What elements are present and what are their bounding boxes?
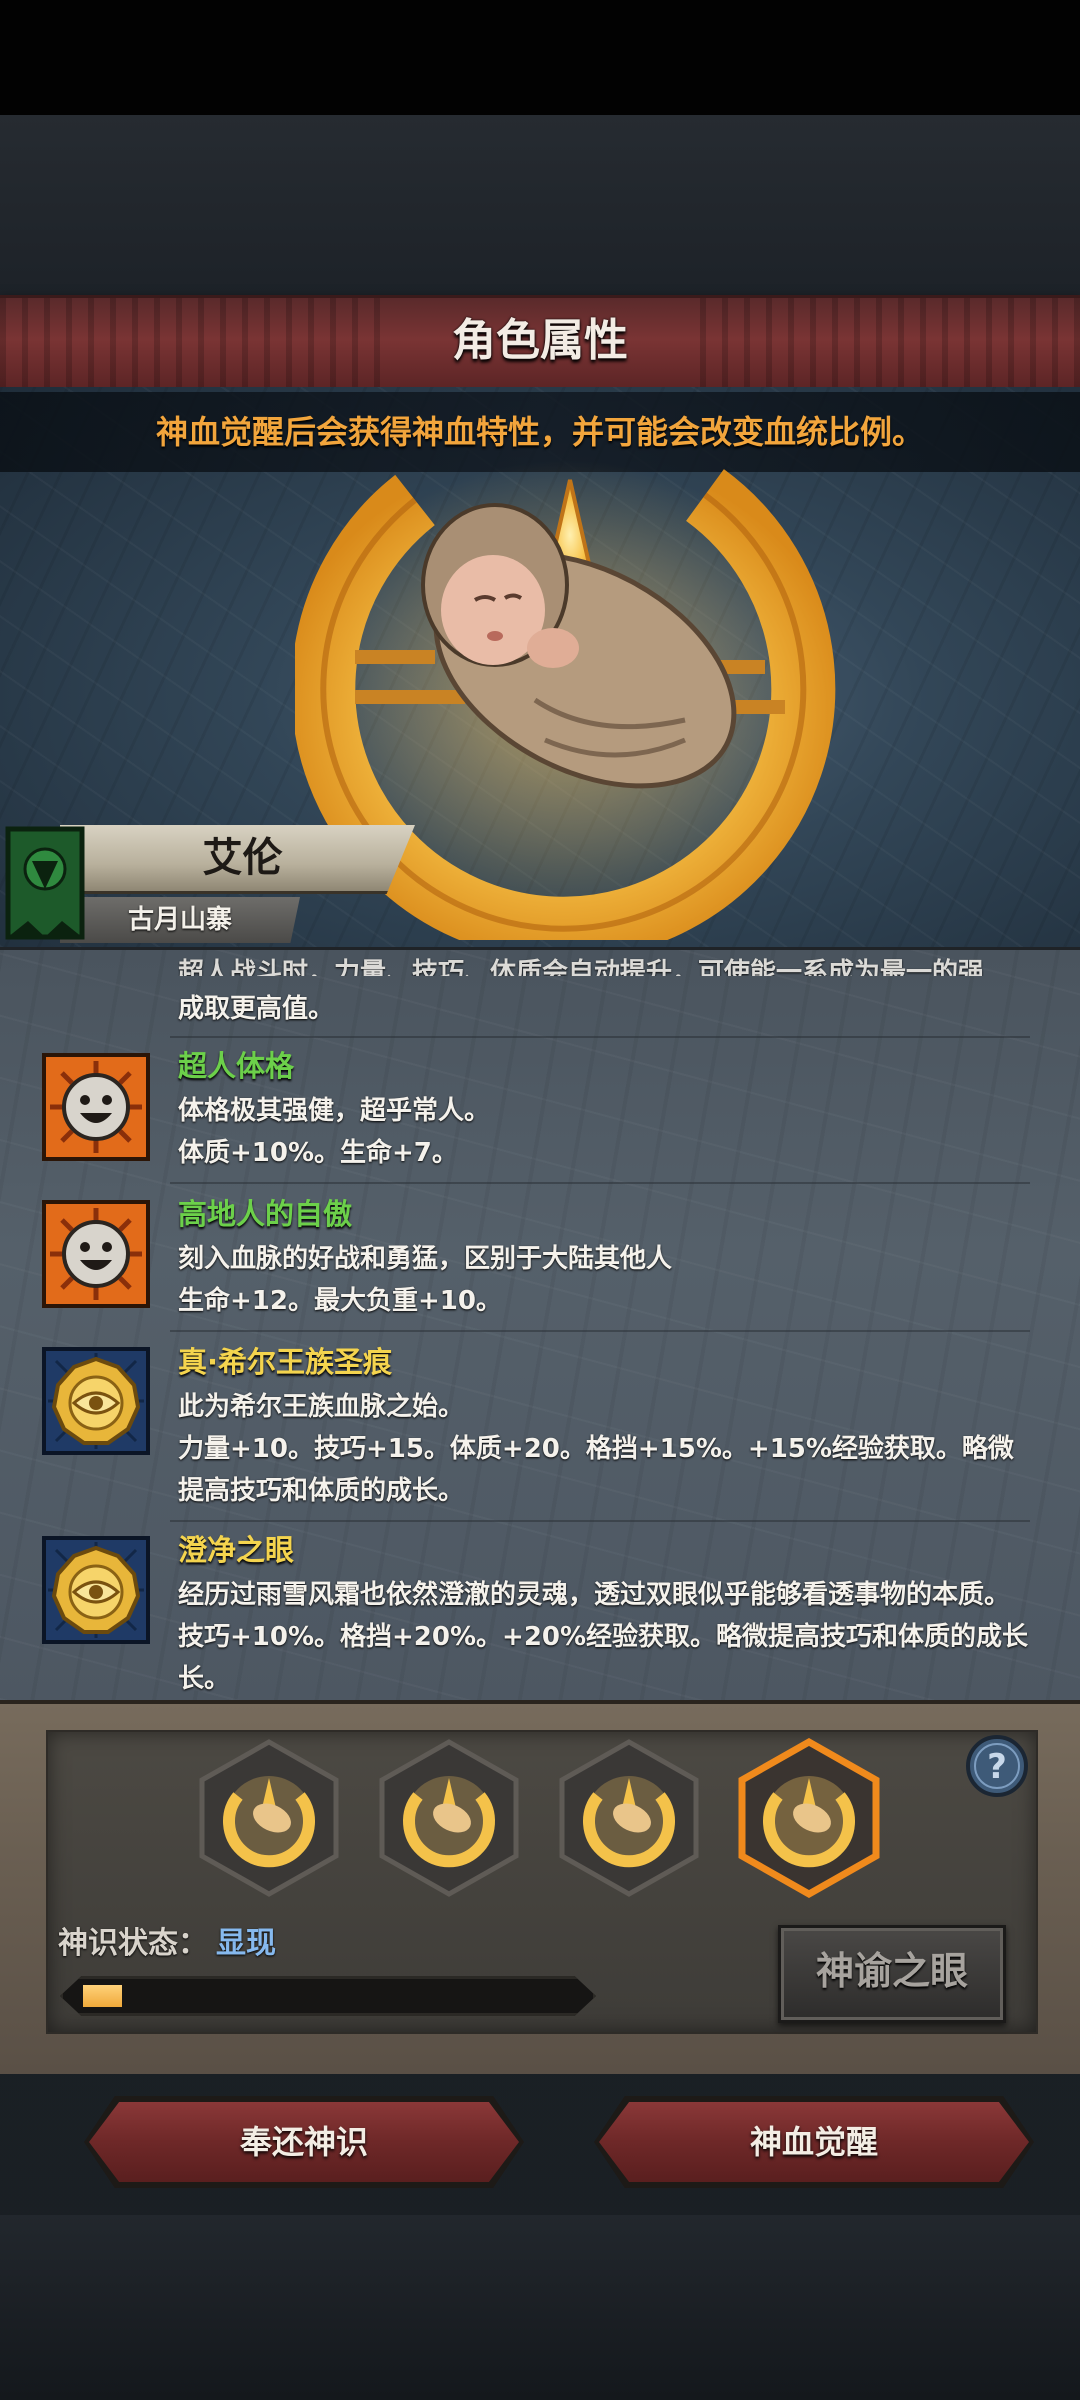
crescent-emblem-icon (763, 1776, 855, 1868)
divine-sense-slot[interactable] (376, 1738, 522, 1898)
page-title: 角色属性 (452, 315, 628, 366)
crescent-emblem-icon (583, 1776, 675, 1868)
smiley-sun-icon (42, 1200, 150, 1308)
golden-eye-seal-icon (42, 1347, 150, 1455)
trait-description: 体质+10%。生命+7。 (178, 1138, 458, 1168)
smiley-sun-icon (42, 1053, 150, 1161)
character-name: 艾伦 (202, 835, 283, 881)
progress-fill (83, 1985, 122, 2007)
bottom-backdrop (0, 2215, 1080, 2400)
divine-sense-slot[interactable] (196, 1738, 342, 1898)
svg-text:?: ? (987, 1747, 1007, 1787)
trait-title: 真·希尔王族圣痕 (178, 1345, 393, 1379)
trait-divider (170, 1520, 1030, 1522)
character-region: 古月山寨 (127, 905, 232, 935)
trait-description: 刻入血脉的好战和勇猛，区别于大陆其他人 (178, 1244, 673, 1274)
oracle-eye-button[interactable]: 神谕之眼 (778, 1925, 1006, 2023)
trait-title: 澄净之眼 (178, 1533, 295, 1567)
trait-description: 提高技巧和体质的成长。 (178, 1476, 465, 1506)
golden-eye-seal-icon (42, 1536, 150, 1644)
crescent-emblem-icon (223, 1776, 315, 1868)
trait-title: 高地人的自傲 (178, 1197, 353, 1231)
crescent-emblem-icon (403, 1776, 495, 1868)
divine-sense-progress-bar (60, 1976, 596, 2016)
status-bar (0, 0, 1080, 115)
divine-sense-status-value: 显现 (216, 1926, 276, 1961)
trait-description: 长。 (178, 1664, 231, 1694)
trait-divider (170, 1182, 1030, 1184)
divine-sense-slot[interactable] (556, 1738, 702, 1898)
trait-description: 体格极其强健，超乎常人。 (178, 1096, 491, 1126)
trait-title: 超人体格 (178, 1049, 295, 1083)
trait-description: 力量+10。技巧+15。体质+20。格挡+15%。+15%经验获取。略微 (178, 1434, 1014, 1464)
return-divine-sense-button[interactable]: 奉还神识 (89, 2102, 519, 2182)
trait-description: 技巧+10%。格挡+20%。+20%经验获取。略微提高技巧和体质的成长 (178, 1622, 1029, 1652)
trait-description: 此为希尔王族血脉之始。 (178, 1392, 465, 1422)
partial-trait-line: 超人战斗时，力量、技巧、体质会自动提升，可使能一系成为最一的强 (178, 958, 985, 976)
trait-description: 经历过雨雪风霜也依然澄澈的灵魂，透过双眼似乎能够看透事物的本质。 (178, 1580, 1011, 1610)
trait-divider (170, 1036, 1030, 1038)
trait-divider (170, 1330, 1030, 1332)
partial-trait-line: 成取更高值。 (178, 994, 335, 1024)
trait-description: 生命+12。最大负重+10。 (178, 1286, 502, 1316)
help-icon[interactable]: ? (964, 1733, 1030, 1799)
divine-sense-slot-selected[interactable] (736, 1738, 882, 1898)
divine-blood-awaken-button[interactable]: 神血觉醒 (599, 2102, 1029, 2182)
character-attributes-screen: 角色属性 神血觉醒后会获得神血特性，并可能会改变血统比例。 艾伦 古月山寨 超人… (0, 0, 1080, 2400)
clan-banner-icon (5, 826, 85, 940)
character-name-tag: 艾伦 古月山寨 (0, 825, 420, 945)
divine-sense-status-label: 神识状态： (58, 1926, 208, 1961)
